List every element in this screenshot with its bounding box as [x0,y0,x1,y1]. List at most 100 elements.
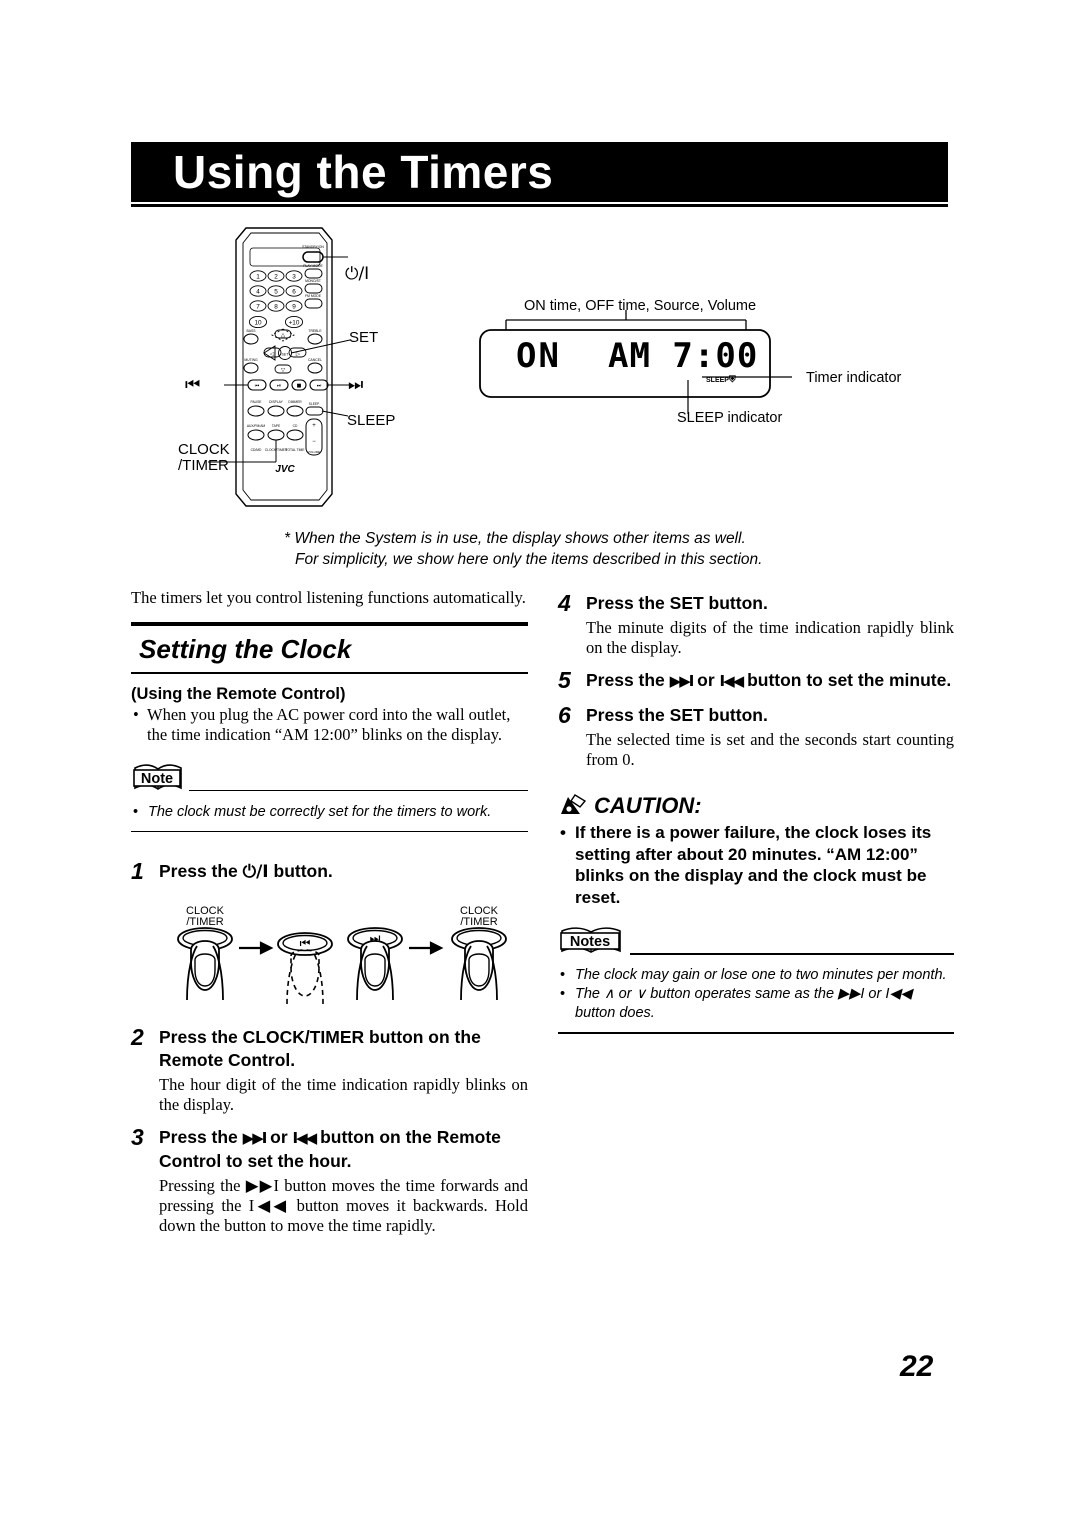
step-heading: Press the CLOCK/TIMER button on the Remo… [159,1027,481,1071]
svg-text:BASS: BASS [246,329,256,333]
step-heading: Press the SET button. [586,593,768,613]
callout-prev-button: ⏮ [185,375,201,395]
svg-text:STANDBY/ON: STANDBY/ON [302,245,324,249]
svg-text:7: 7 [256,303,260,310]
right-column: 4 Press the SET button. The minute digit… [558,590,954,1034]
notes-rule [630,953,954,955]
step-number: 2 [131,1024,144,1051]
step-1: 1 Press the ⏻/I button. [131,858,528,885]
svg-text:⏮: ⏮ [255,383,260,389]
manual-page: Using the Timers 123 456 789 10 +10 STAN… [0,0,1080,1528]
step-heading: Press the ▶▶I or I◀◀ button on the Remot… [159,1127,501,1172]
svg-text:MONO/ST: MONO/ST [305,279,321,283]
svg-text:6: 6 [292,288,296,295]
svg-text:⏯: ⏯ [277,383,281,389]
list-item: The ∧ or ∨ button operates same as the ▶… [558,985,954,1023]
step-number: 4 [558,590,571,616]
svg-text:−: − [312,439,316,445]
remote-control-bullets: When you plug the AC power cord into the… [131,705,528,745]
lcd-screen-text: ON AM 7:00 [516,336,766,380]
svg-text:△: △ [281,333,285,339]
svg-text:+10: +10 [289,319,300,326]
step-number: 3 [131,1124,144,1151]
callout-clock-timer-button: CLOCK /TIMER [178,442,230,474]
note-header: Note [131,763,528,795]
next-glyph: ▶▶I [669,672,695,690]
step-body: The selected time is set and the seconds… [586,730,954,769]
step-body: The minute digits of the time indication… [586,618,954,657]
svg-text:+: + [312,423,316,429]
svg-text:3: 3 [292,273,296,280]
svg-text:CD/MD: CD/MD [251,448,262,452]
footnote-line-2: For simplicity, we show here only the it… [295,551,763,568]
list-item: If there is a power failure, the clock l… [558,822,954,908]
svg-text:/TIMER: /TIMER [186,916,223,928]
intro-paragraph: The timers let you control listening fun… [131,588,526,607]
page-number: 22 [900,1350,934,1383]
caution-label: CAUTION: [594,793,702,818]
prev-glyph-icon: ⏮ [300,936,311,950]
title-underline-rule [131,204,948,207]
timer-indicator-label: Timer indicator [806,370,902,386]
step-number: 5 [558,667,571,693]
svg-text:DIMMER: DIMMER [288,400,302,404]
footnote-line-1: * When the System is in use, the display… [284,530,746,547]
subheading-remote-control: (Using the Remote Control) [131,684,346,703]
prev-glyph: I◀◀ [292,1129,318,1148]
note-label-text: Note [141,771,173,787]
svg-text:⏭: ⏭ [317,383,322,389]
notes-header: Notes [558,927,954,958]
svg-text:TREBLE: TREBLE [308,329,322,333]
section-title: Setting the Clock [139,633,352,664]
callout-next-button: ⏭ [348,375,364,395]
svg-text:8: 8 [274,303,278,310]
list-item: When you plug the AC power cord into the… [131,705,528,745]
next-glyph: ▶▶I [242,1129,268,1148]
callout-clock-line2: /TIMER [178,457,229,474]
step-2: 2 Press the CLOCK/TIMER button on the Re… [131,1024,528,1115]
note-list: The clock must be correctly set for the … [131,803,528,822]
timer-indicator-icon: ⛨ [728,375,736,385]
display-top-label: ON time, OFF time, Source, Volume [524,298,757,314]
svg-text:AUX/FM/AM: AUX/FM/AM [247,424,266,428]
display-footnote: * When the System is in use, the display… [284,528,844,570]
caution-heading: CAUTION: [558,792,954,820]
lcd-time-text: AM 7:00 [608,336,759,376]
svg-text:1: 1 [256,273,260,280]
step-heading: Press the ⏻/I button. [159,861,333,883]
hand-press-diagram: CLOCK /TIMER ⏮ ⏭ CLOCK /TIMER [157,900,528,1008]
svg-text:FM MODE: FM MODE [305,294,322,298]
section-rule-bottom [131,671,528,674]
step-body: The hour digit of the time indication ra… [159,1075,528,1115]
step-3: 3 Press the ▶▶I or I◀◀ button on the Rem… [131,1124,528,1236]
svg-text:TAPE: TAPE [272,424,281,428]
svg-text:4: 4 [256,288,260,295]
prev-glyph: I◀◀ [719,672,745,690]
list-item: The clock may gain or lose one to two mi… [558,966,954,985]
svg-text:CANCEL: CANCEL [308,358,322,362]
svg-text:5: 5 [274,288,278,295]
caution-icon [558,793,588,824]
callout-sleep-button: SLEEP [347,412,396,429]
callout-power-button: ⏻/I [345,264,370,284]
svg-text:10: 10 [254,319,262,326]
svg-text:■: ■ [297,383,302,389]
step-heading: Press the ▶▶I or I◀◀ button to set the m… [586,670,952,690]
svg-text:PAUSE: PAUSE [251,400,263,404]
jvc-logo: JVC [275,464,295,475]
callout-set-button: SET [349,329,379,346]
svg-text:SET: SET [282,352,290,356]
sleep-indicator-label: SLEEP indicator [677,410,783,426]
svg-text:◁: ◁ [270,351,274,357]
svg-text:TOTAL TIME: TOTAL TIME [286,448,306,452]
notebook-icon: Notes [558,924,628,961]
note-rule [189,789,528,792]
svg-text:MUTING: MUTING [244,358,258,362]
svg-text:2: 2 [274,273,278,280]
notes-bottom-rule [558,1032,954,1034]
callout-clock-line1: CLOCK [178,441,230,458]
step-body: Pressing the ▶▶I button moves the time f… [159,1176,528,1236]
step-5: 5 Press the ▶▶I or I◀◀ button to set the… [558,667,954,693]
step-number: 1 [131,858,144,885]
notebook-icon: Note [131,761,187,798]
